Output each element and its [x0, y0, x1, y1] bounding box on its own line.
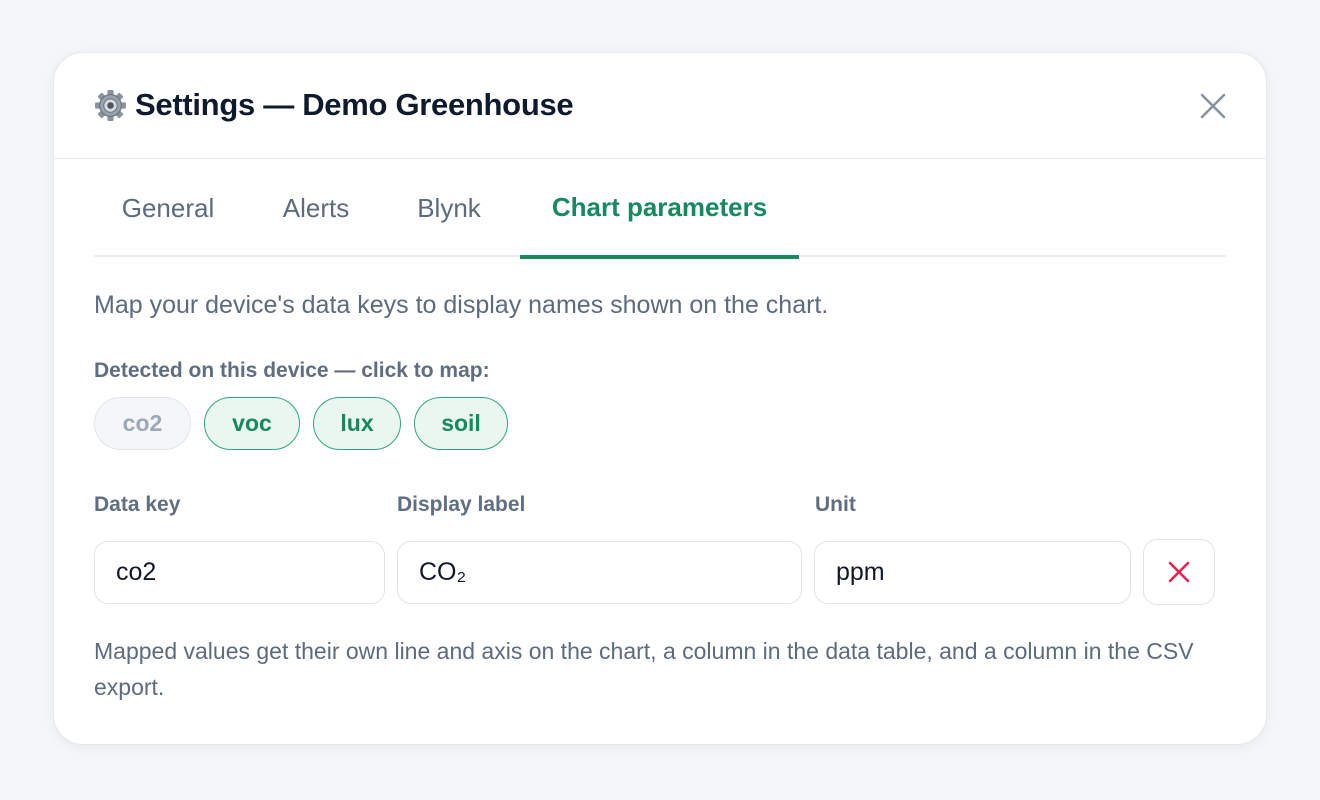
data-key-column-label: Data key [94, 493, 181, 516]
close-icon [1168, 561, 1190, 583]
modal-title-wrap: Settings — Demo Greenhouse [94, 87, 574, 123]
remove-mapping-button[interactable] [1143, 539, 1215, 605]
modal-title: Settings — Demo Greenhouse [135, 87, 574, 122]
gear-icon [94, 89, 127, 122]
settings-tabs: General Alerts Blynk Chart parameters [94, 159, 1226, 259]
modal-header: Settings — Demo Greenhouse [54, 53, 1266, 159]
tab-chart-parameters[interactable]: Chart parameters [520, 159, 799, 259]
close-button[interactable] [1198, 91, 1228, 121]
unit-column-label: Unit [815, 493, 856, 516]
display-label-input[interactable] [397, 541, 802, 604]
chip-co2[interactable]: co2 [94, 397, 191, 450]
mapping-help-note: Mapped values get their own line and axi… [94, 638, 1194, 700]
chip-soil[interactable]: soil [414, 397, 508, 450]
settings-modal: Settings — Demo Greenhouse General Alert… [53, 52, 1267, 745]
display-label-column-label: Display label [397, 493, 526, 516]
detected-keys-label: Detected on this device — click to map: [94, 359, 490, 382]
chart-params-description: Map your device's data keys to display n… [94, 291, 829, 319]
unit-input[interactable] [814, 541, 1131, 604]
data-key-input[interactable] [94, 541, 385, 604]
chip-lux[interactable]: lux [313, 397, 401, 450]
tab-general[interactable]: General [94, 159, 242, 257]
tab-alerts[interactable]: Alerts [258, 159, 374, 257]
close-icon [1200, 93, 1226, 119]
chip-voc[interactable]: voc [204, 397, 300, 450]
detected-keys-chips: co2 voc lux soil [94, 397, 508, 450]
tab-blynk[interactable]: Blynk [394, 159, 504, 257]
